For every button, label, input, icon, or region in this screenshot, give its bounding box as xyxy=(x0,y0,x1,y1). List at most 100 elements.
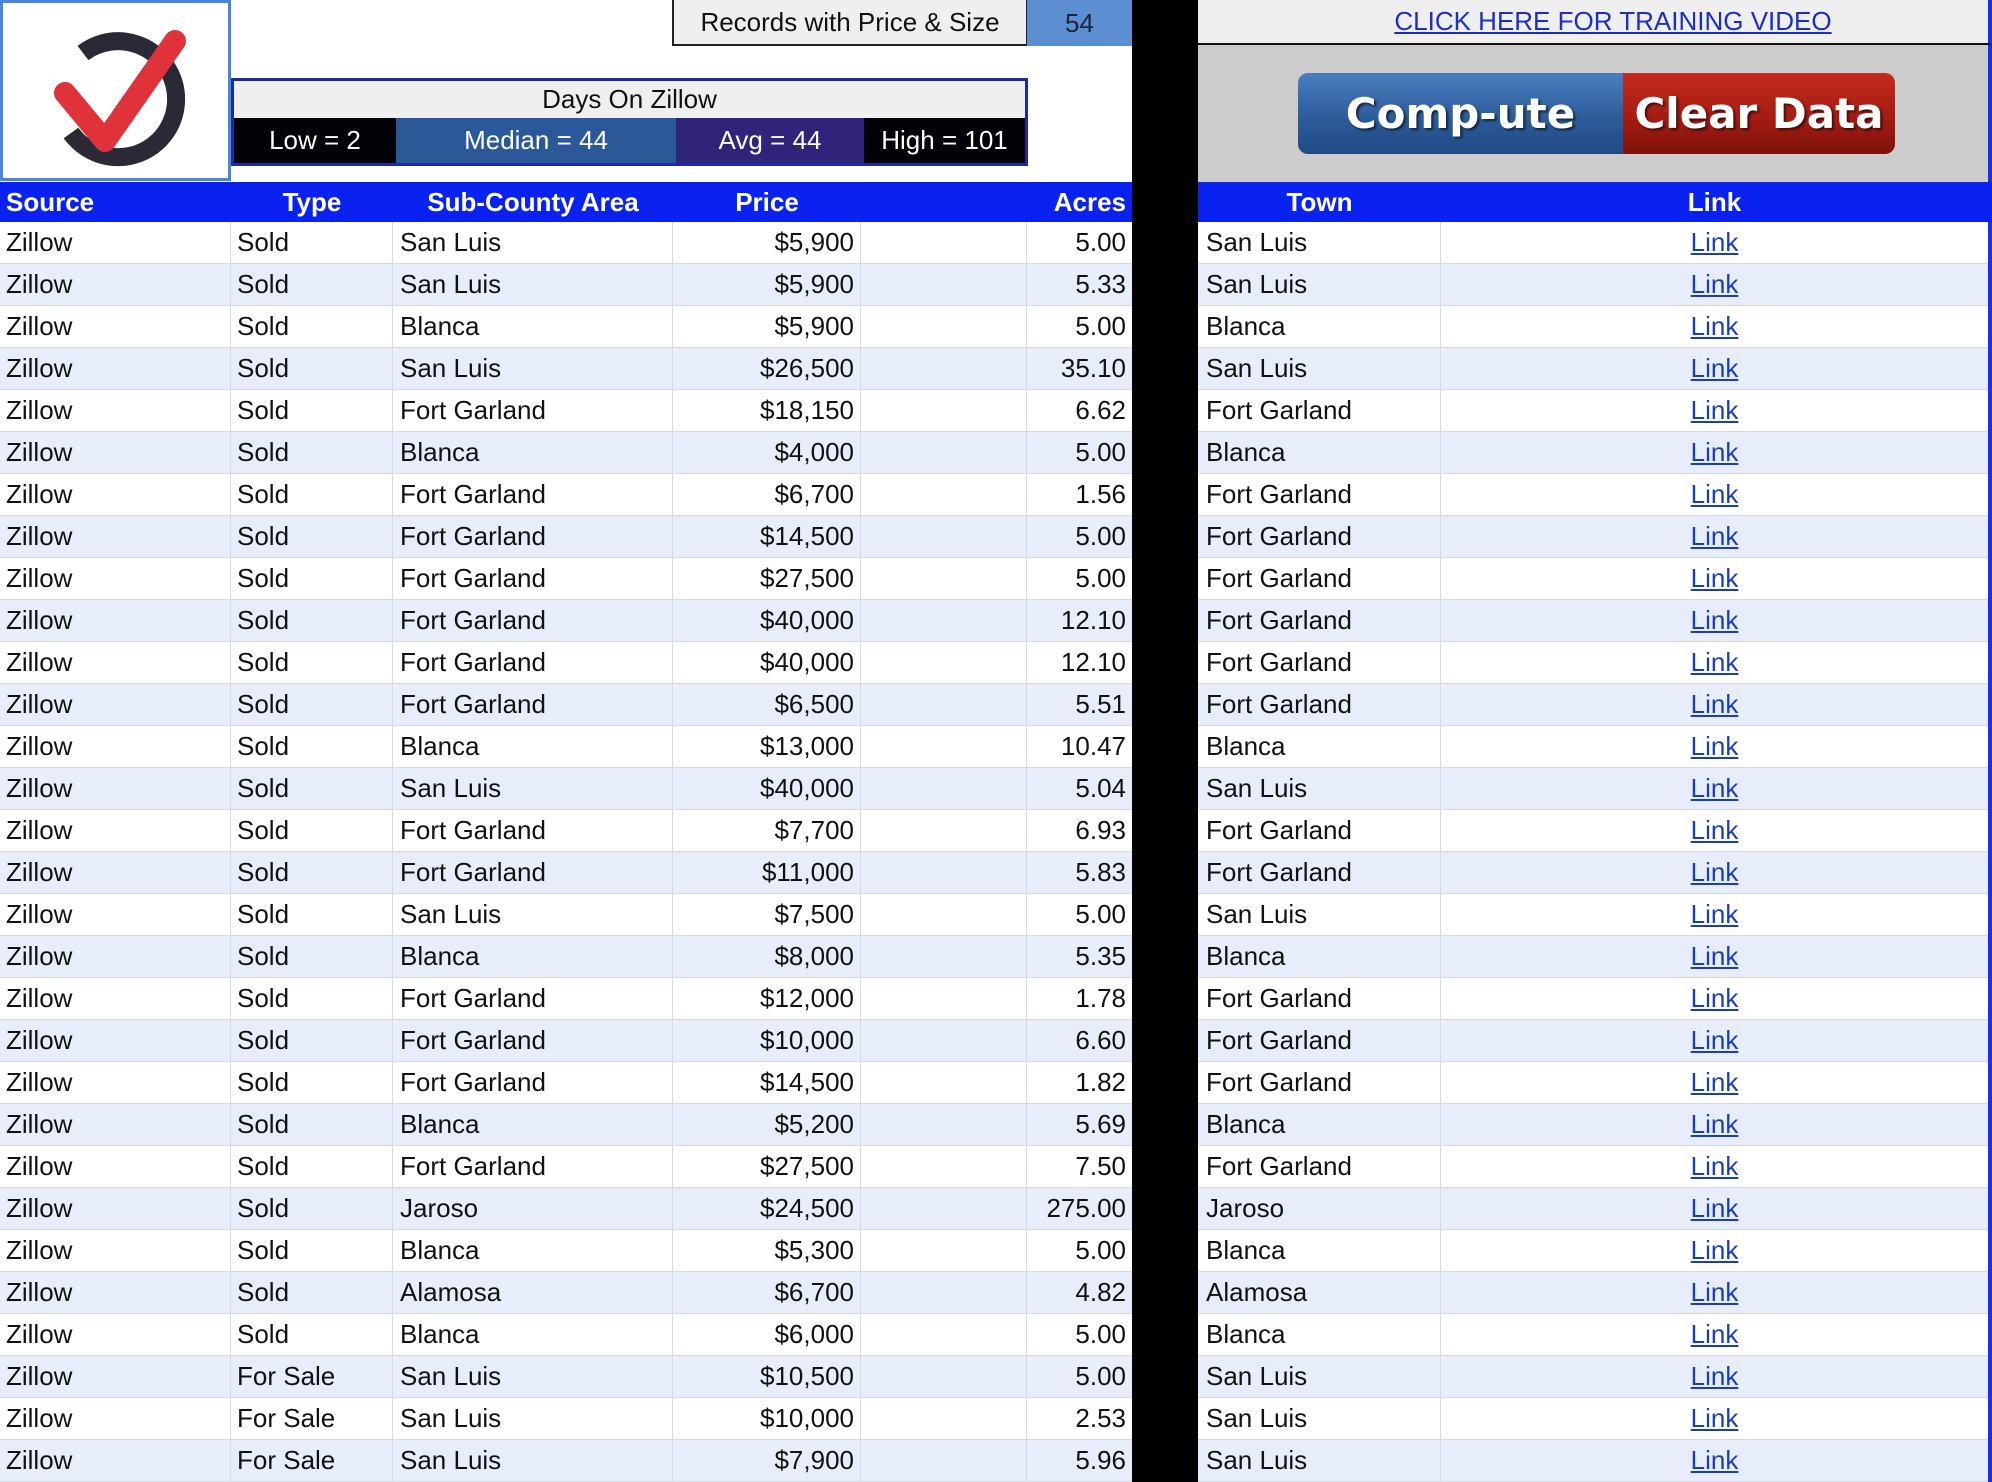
cell-acres[interactable]: 5.35 xyxy=(1027,936,1132,977)
cell-source[interactable]: Zillow xyxy=(0,726,231,767)
cell-price[interactable]: $6,000 xyxy=(673,1314,861,1355)
cell-town[interactable]: San Luis xyxy=(1198,894,1441,935)
cell-town[interactable]: Fort Garland xyxy=(1198,516,1441,557)
cell-town[interactable]: Fort Garland xyxy=(1198,600,1441,641)
listing-link[interactable]: Link xyxy=(1691,521,1739,552)
cell-town[interactable]: Fort Garland xyxy=(1198,1062,1441,1103)
cell-blank[interactable] xyxy=(861,1398,1027,1439)
cell-type[interactable]: Sold xyxy=(231,1104,393,1145)
listing-link[interactable]: Link xyxy=(1691,731,1739,762)
cell-source[interactable]: Zillow xyxy=(0,978,231,1019)
cell-price[interactable]: $5,900 xyxy=(673,222,861,263)
header-acres[interactable]: Acres xyxy=(1027,182,1126,222)
cell-acres[interactable]: 5.00 xyxy=(1027,1230,1132,1271)
cell-source[interactable]: Zillow xyxy=(0,1188,231,1229)
cell-type[interactable]: Sold xyxy=(231,684,393,725)
cell-source[interactable]: Zillow xyxy=(0,642,231,683)
cell-sub-county-area[interactable]: Blanca xyxy=(393,306,673,347)
cell-blank[interactable] xyxy=(861,264,1027,305)
cell-sub-county-area[interactable]: San Luis xyxy=(393,768,673,809)
compute-button[interactable]: Comp-ute xyxy=(1298,73,1623,154)
cell-price[interactable]: $10,000 xyxy=(673,1398,861,1439)
cell-type[interactable]: Sold xyxy=(231,642,393,683)
cell-acres[interactable]: 1.82 xyxy=(1027,1062,1132,1103)
cell-blank[interactable] xyxy=(861,1146,1027,1187)
cell-town[interactable]: San Luis xyxy=(1198,348,1441,389)
cell-sub-county-area[interactable]: Blanca xyxy=(393,936,673,977)
cell-price[interactable]: $24,500 xyxy=(673,1188,861,1229)
listing-link[interactable]: Link xyxy=(1691,311,1739,342)
header-town[interactable]: Town xyxy=(1198,182,1441,222)
listing-link[interactable]: Link xyxy=(1691,1445,1739,1476)
cell-sub-county-area[interactable]: Fort Garland xyxy=(393,390,673,431)
cell-town[interactable]: Blanca xyxy=(1198,1230,1441,1271)
cell-sub-county-area[interactable]: Fort Garland xyxy=(393,1062,673,1103)
cell-acres[interactable]: 275.00 xyxy=(1027,1188,1132,1229)
training-video-link[interactable]: CLICK HERE FOR TRAINING VIDEO xyxy=(1394,6,1831,37)
listing-link[interactable]: Link xyxy=(1691,437,1739,468)
listing-link[interactable]: Link xyxy=(1691,395,1739,426)
cell-blank[interactable] xyxy=(861,600,1027,641)
cell-type[interactable]: Sold xyxy=(231,432,393,473)
clear-data-button[interactable]: Clear Data xyxy=(1623,73,1895,154)
cell-town[interactable]: Fort Garland xyxy=(1198,474,1441,515)
cell-acres[interactable]: 5.00 xyxy=(1027,1314,1132,1355)
header-sub-county-area[interactable]: Sub-County Area xyxy=(393,182,673,222)
cell-type[interactable]: Sold xyxy=(231,726,393,767)
cell-price[interactable]: $40,000 xyxy=(673,642,861,683)
cell-type[interactable]: Sold xyxy=(231,894,393,935)
cell-acres[interactable]: 12.10 xyxy=(1027,642,1132,683)
cell-source[interactable]: Zillow xyxy=(0,1104,231,1145)
listing-link[interactable]: Link xyxy=(1691,689,1739,720)
cell-acres[interactable]: 5.00 xyxy=(1027,558,1132,599)
cell-type[interactable]: Sold xyxy=(231,768,393,809)
listing-link[interactable]: Link xyxy=(1691,1109,1739,1140)
listing-link[interactable]: Link xyxy=(1691,941,1739,972)
cell-price[interactable]: $6,700 xyxy=(673,474,861,515)
cell-source[interactable]: Zillow xyxy=(0,1146,231,1187)
cell-sub-county-area[interactable]: Blanca xyxy=(393,1104,673,1145)
cell-sub-county-area[interactable]: San Luis xyxy=(393,1398,673,1439)
cell-sub-county-area[interactable]: San Luis xyxy=(393,348,673,389)
cell-type[interactable]: Sold xyxy=(231,390,393,431)
cell-blank[interactable] xyxy=(861,768,1027,809)
cell-type[interactable]: Sold xyxy=(231,1188,393,1229)
header-type[interactable]: Type xyxy=(231,182,393,222)
cell-blank[interactable] xyxy=(861,810,1027,851)
cell-acres[interactable]: 12.10 xyxy=(1027,600,1132,641)
cell-source[interactable]: Zillow xyxy=(0,516,231,557)
cell-source[interactable]: Zillow xyxy=(0,264,231,305)
listing-link[interactable]: Link xyxy=(1691,1235,1739,1266)
listing-link[interactable]: Link xyxy=(1691,1193,1739,1224)
cell-acres[interactable]: 6.60 xyxy=(1027,1020,1132,1061)
cell-town[interactable]: Fort Garland xyxy=(1198,852,1441,893)
cell-blank[interactable] xyxy=(861,1314,1027,1355)
listing-link[interactable]: Link xyxy=(1691,1067,1739,1098)
cell-type[interactable]: For Sale xyxy=(231,1398,393,1439)
cell-sub-county-area[interactable]: Alamosa xyxy=(393,1272,673,1313)
cell-acres[interactable]: 5.00 xyxy=(1027,306,1132,347)
header-source[interactable]: Source xyxy=(6,182,94,222)
cell-source[interactable]: Zillow xyxy=(0,768,231,809)
cell-acres[interactable]: 35.10 xyxy=(1027,348,1132,389)
cell-price[interactable]: $27,500 xyxy=(673,558,861,599)
cell-town[interactable]: Fort Garland xyxy=(1198,642,1441,683)
cell-town[interactable]: Blanca xyxy=(1198,1104,1441,1145)
cell-price[interactable]: $40,000 xyxy=(673,768,861,809)
cell-price[interactable]: $7,500 xyxy=(673,894,861,935)
cell-acres[interactable]: 5.83 xyxy=(1027,852,1132,893)
cell-source[interactable]: Zillow xyxy=(0,432,231,473)
listing-link[interactable]: Link xyxy=(1691,815,1739,846)
cell-source[interactable]: Zillow xyxy=(0,348,231,389)
cell-price[interactable]: $18,150 xyxy=(673,390,861,431)
cell-sub-county-area[interactable]: Fort Garland xyxy=(393,1020,673,1061)
cell-price[interactable]: $4,000 xyxy=(673,432,861,473)
cell-town[interactable]: Fort Garland xyxy=(1198,978,1441,1019)
cell-sub-county-area[interactable]: Blanca xyxy=(393,1314,673,1355)
cell-price[interactable]: $26,500 xyxy=(673,348,861,389)
cell-sub-county-area[interactable]: Blanca xyxy=(393,726,673,767)
cell-blank[interactable] xyxy=(861,1440,1027,1481)
cell-blank[interactable] xyxy=(861,390,1027,431)
listing-link[interactable]: Link xyxy=(1691,563,1739,594)
cell-source[interactable]: Zillow xyxy=(0,558,231,599)
